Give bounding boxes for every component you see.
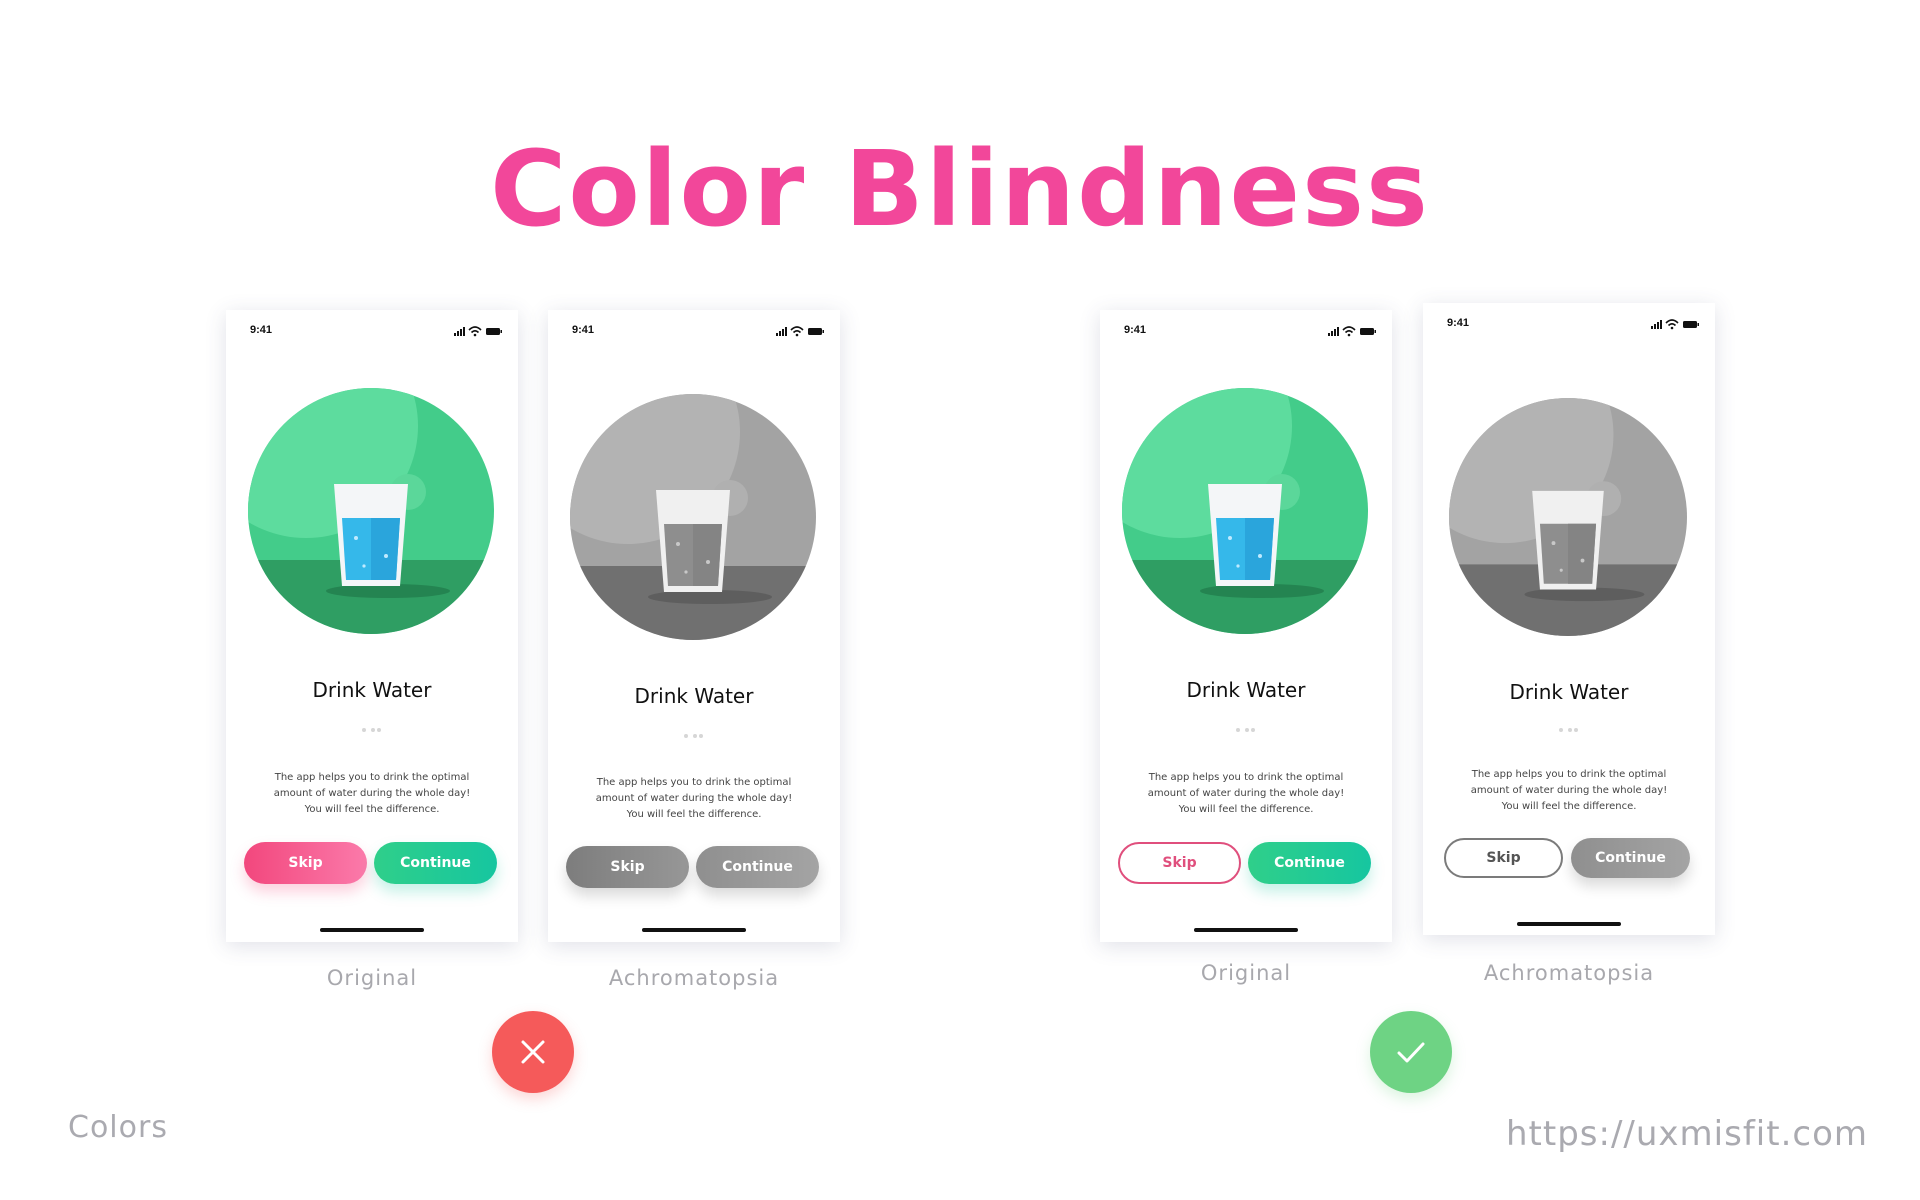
skip-button[interactable]: Skip bbox=[244, 842, 367, 884]
description-line: amount of water during the whole day! bbox=[1147, 788, 1345, 799]
continue-button[interactable]: Continue bbox=[696, 846, 819, 888]
status-bar: 9:41 bbox=[250, 322, 504, 342]
caption-achromatopsia: Achromatopsia bbox=[608, 966, 780, 990]
description-line: amount of water during the whole day! bbox=[273, 788, 471, 799]
description-line: The app helps you to drink the optimal bbox=[1471, 769, 1667, 780]
page-title: Color Blindness bbox=[490, 128, 1430, 250]
skip-button[interactable]: Skip bbox=[1444, 838, 1563, 878]
home-indicator bbox=[1194, 928, 1298, 932]
footer-section-label: Colors bbox=[68, 1110, 168, 1145]
card-title: Drink Water bbox=[1186, 678, 1306, 702]
description-line: You will feel the difference. bbox=[626, 809, 762, 820]
home-indicator bbox=[1517, 922, 1621, 926]
continue-button[interactable]: Continue bbox=[1248, 842, 1371, 884]
description: The app helps you to drink the optimal a… bbox=[1132, 770, 1360, 818]
status-bar: 9:41 bbox=[572, 322, 826, 342]
status-icons bbox=[776, 326, 824, 337]
page-dots bbox=[1236, 728, 1260, 734]
status-icons bbox=[454, 326, 502, 337]
status-bar: 9:41 bbox=[1124, 322, 1378, 342]
caption-original: Original bbox=[326, 966, 418, 990]
status-bar: 9:41 bbox=[1447, 315, 1701, 335]
caption-achromatopsia: Achromatopsia bbox=[1483, 961, 1655, 985]
page-dots bbox=[362, 728, 386, 734]
water-glass-illustration bbox=[1122, 388, 1368, 634]
description: The app helps you to drink the optimal a… bbox=[258, 770, 486, 818]
description-line: You will feel the difference. bbox=[1178, 804, 1314, 815]
card-title: Drink Water bbox=[634, 684, 754, 708]
page-dots bbox=[684, 734, 708, 740]
status-icons bbox=[1651, 319, 1699, 330]
description-line: You will feel the difference. bbox=[1501, 801, 1637, 812]
good-example-badge bbox=[1370, 1011, 1452, 1093]
phone-achromatopsia-bad: 9:41 Drink Water The app helps you to dr… bbox=[548, 310, 840, 942]
description-line: amount of water during the whole day! bbox=[1470, 785, 1668, 796]
description: The app helps you to drink the optimal a… bbox=[1455, 767, 1683, 815]
status-time: 9:41 bbox=[572, 324, 595, 336]
skip-button[interactable]: Skip bbox=[566, 846, 689, 888]
status-time: 9:41 bbox=[1447, 317, 1470, 329]
status-time: 9:41 bbox=[250, 324, 273, 336]
footer-url: https://uxmisfit.com bbox=[1506, 1114, 1868, 1154]
bad-example-badge bbox=[492, 1011, 574, 1093]
description-line: The app helps you to drink the optimal bbox=[1148, 772, 1344, 783]
water-glass-illustration bbox=[1449, 398, 1687, 636]
card-title: Drink Water bbox=[1509, 680, 1629, 704]
description-line: You will feel the difference. bbox=[304, 804, 440, 815]
skip-button[interactable]: Skip bbox=[1118, 842, 1241, 884]
water-glass-illustration bbox=[248, 388, 494, 634]
caption-original: Original bbox=[1200, 961, 1292, 985]
phone-original-bad: 9:41 Drink Water The app helps you to dr… bbox=[226, 310, 518, 942]
status-time: 9:41 bbox=[1124, 324, 1147, 336]
description: The app helps you to drink the optimal a… bbox=[580, 775, 808, 823]
description-line: The app helps you to drink the optimal bbox=[274, 772, 470, 783]
status-icons bbox=[1328, 326, 1376, 337]
continue-button[interactable]: Continue bbox=[374, 842, 497, 884]
check-icon bbox=[1397, 1042, 1425, 1063]
phone-original-good: 9:41 Drink Water The app helps you to dr… bbox=[1100, 310, 1392, 942]
description-line: amount of water during the whole day! bbox=[595, 793, 793, 804]
card-title: Drink Water bbox=[312, 678, 432, 702]
x-icon bbox=[521, 1040, 545, 1064]
description-line: The app helps you to drink the optimal bbox=[596, 777, 792, 788]
continue-button[interactable]: Continue bbox=[1571, 838, 1690, 878]
phone-achromatopsia-good: 9:41 Drink Water The app helps you to dr… bbox=[1423, 303, 1715, 935]
home-indicator bbox=[320, 928, 424, 932]
page-dots bbox=[1559, 728, 1583, 734]
water-glass-illustration bbox=[570, 394, 816, 640]
home-indicator bbox=[642, 928, 746, 932]
